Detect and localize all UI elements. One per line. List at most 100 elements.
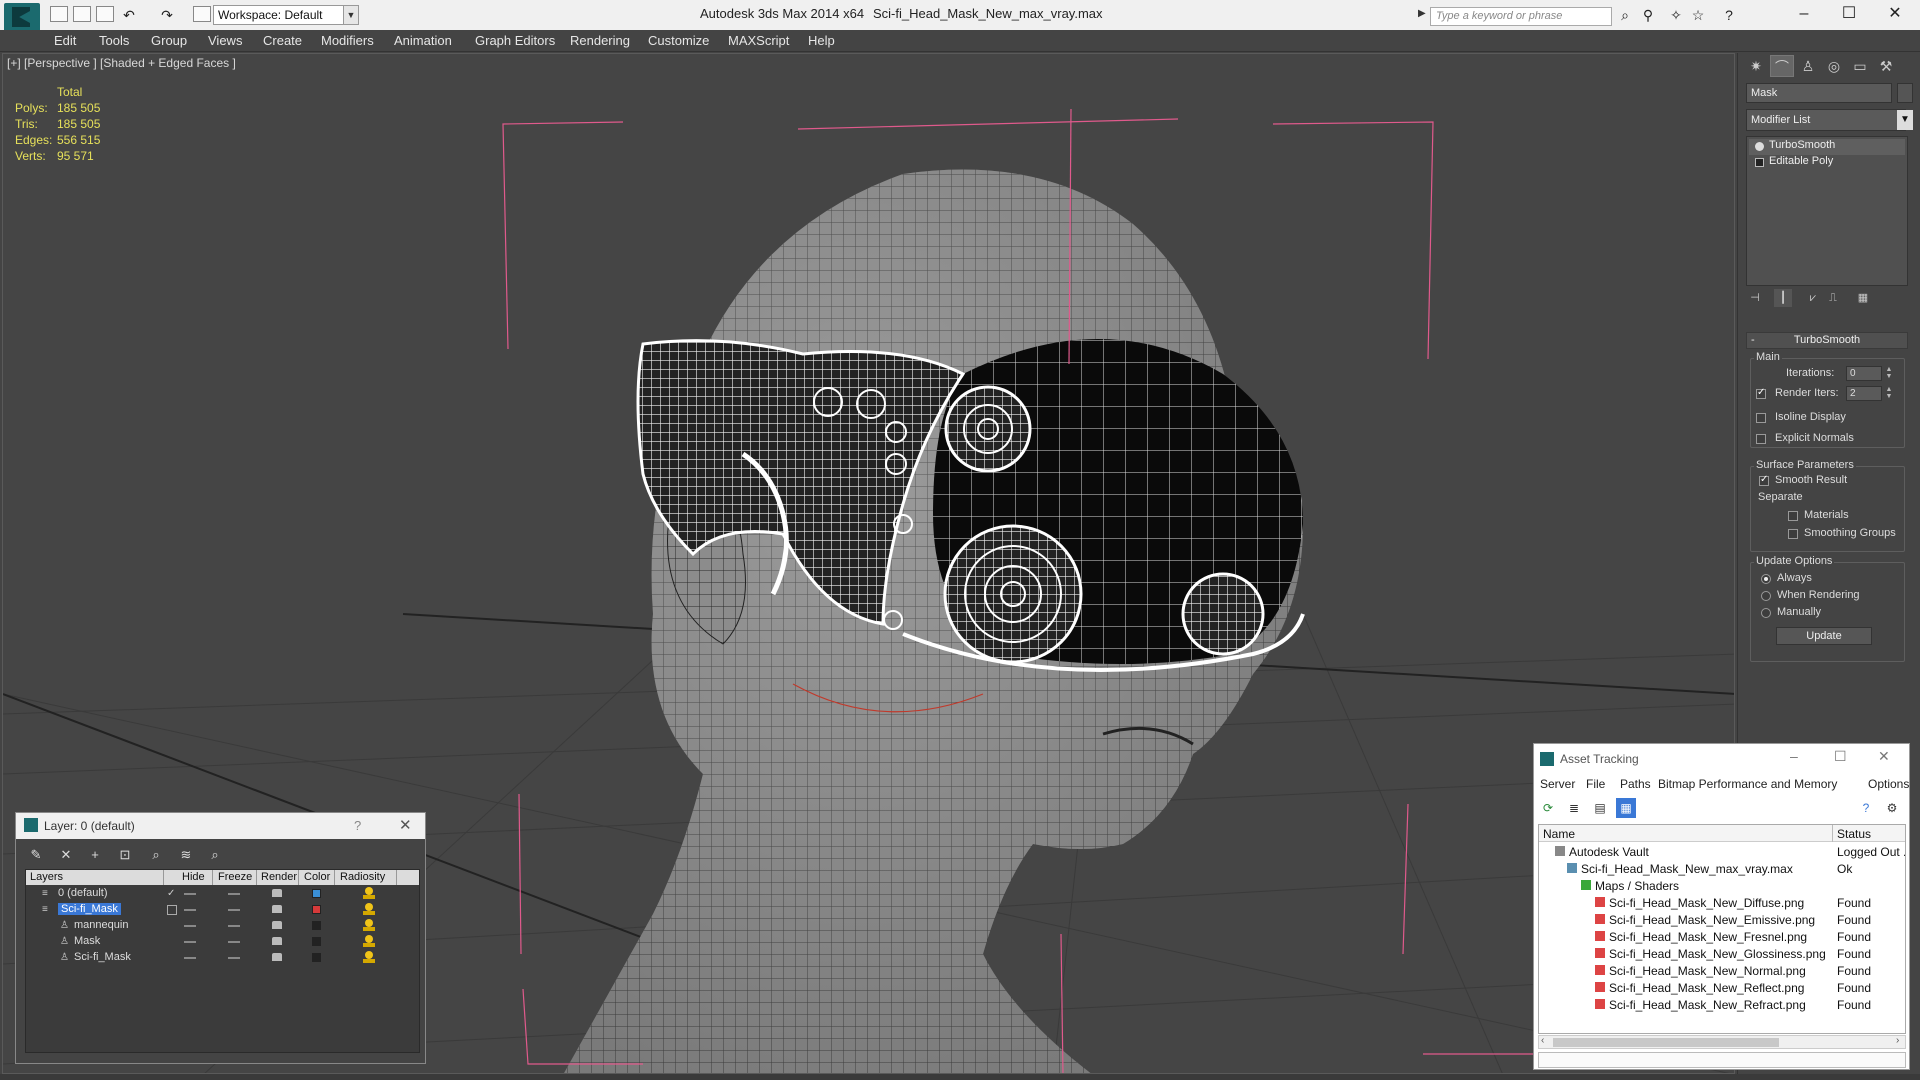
render-teapot-icon[interactable] <box>272 889 282 897</box>
spinner-arrows-icon[interactable]: ▲ ▼ <box>1884 366 1894 381</box>
motion-tab-icon[interactable]: ◎ <box>1822 55 1846 77</box>
render-iters-spinner[interactable]: 2 <box>1846 386 1882 401</box>
turbosmooth-rollout-header[interactable]: - TurboSmooth <box>1746 332 1908 349</box>
hide-all-layers-icon[interactable]: ≋ <box>176 845 196 865</box>
col-radiosity[interactable]: Radiosity <box>340 871 385 883</box>
iterations-spinner[interactable]: 0 <box>1846 366 1882 381</box>
layer-color-swatch[interactable] <box>312 905 321 914</box>
minimize-button[interactable]: – <box>1782 2 1826 26</box>
redo-icon[interactable]: ↷ <box>159 8 175 23</box>
scrollbar-thumb[interactable] <box>1553 1038 1779 1047</box>
asset-row[interactable]: Sci-fi_Head_Mask_New_Emissive.png Found <box>1539 911 1905 928</box>
object-name[interactable]: Sci-fi_Mask <box>74 951 131 963</box>
asset-row[interactable]: Sci-fi_Head_Mask_New_max_vray.max Ok <box>1539 860 1905 877</box>
object-name[interactable]: Mask <box>74 935 100 947</box>
project-folder-icon[interactable] <box>193 6 211 22</box>
menu-group[interactable]: Group <box>151 33 187 48</box>
smoothing-groups-checkbox[interactable] <box>1788 529 1798 539</box>
layer-object-row[interactable]: ♙ mannequin <box>26 918 419 934</box>
menu-tools[interactable]: Tools <box>99 33 129 48</box>
radiosity-bulb-icon[interactable] <box>363 919 375 932</box>
add-to-layer-icon[interactable]: + <box>85 845 105 865</box>
object-color-swatch[interactable] <box>1897 83 1913 103</box>
layer-name[interactable]: 0 (default) <box>58 887 108 899</box>
render-teapot-icon[interactable] <box>272 937 282 945</box>
asset-row[interactable]: Sci-fi_Head_Mask_New_Fresnel.png Found <box>1539 928 1905 945</box>
list-view-icon[interactable]: ≣ <box>1564 798 1584 818</box>
vault-help-icon[interactable]: ? <box>1856 798 1876 818</box>
stack-item-editable-poly[interactable]: Editable Poly <box>1749 155 1905 171</box>
asset-row[interactable]: Sci-fi_Head_Mask_New_Refract.png Found <box>1539 996 1905 1013</box>
table-view-icon[interactable]: ▦ <box>1616 798 1636 818</box>
configure-modifier-sets-icon[interactable]: ▦ <box>1854 289 1872 307</box>
minimize-button[interactable]: – <box>1790 748 1798 764</box>
asset-row[interactable]: Sci-fi_Head_Mask_New_Diffuse.png Found <box>1539 894 1905 911</box>
maximize-button[interactable]: ☐ <box>1827 2 1871 26</box>
hide-toggle[interactable] <box>184 925 196 927</box>
col-status[interactable]: Status <box>1837 827 1871 841</box>
close-button[interactable]: ✕ <box>1873 2 1917 26</box>
radiosity-bulb-icon[interactable] <box>363 903 375 916</box>
binoculars-icon[interactable]: ⌕ <box>1617 8 1633 23</box>
menu-modifiers[interactable]: Modifiers <box>321 33 374 48</box>
modifier-list-dropdown[interactable]: Modifier List ▼ <box>1746 109 1913 131</box>
object-color-swatch[interactable] <box>312 937 321 946</box>
radiosity-bulb-icon[interactable] <box>363 935 375 948</box>
scroll-left-icon[interactable]: ‹ <box>1541 1035 1544 1046</box>
render-teapot-icon[interactable] <box>272 905 282 913</box>
freeze-toggle[interactable] <box>228 957 240 959</box>
menu-create[interactable]: Create <box>263 33 302 48</box>
when-rendering-radio[interactable] <box>1761 591 1771 601</box>
layer-row[interactable]: ≡ 0 (default) ✓ <box>26 886 419 902</box>
chevron-down-icon[interactable]: ▼ <box>343 5 359 25</box>
open-file-icon[interactable] <box>73 6 91 22</box>
display-tab-icon[interactable]: ▭ <box>1848 55 1872 77</box>
highlight-layer-icon[interactable]: ⌕ <box>146 845 166 865</box>
save-file-icon[interactable] <box>96 6 114 22</box>
menu-rendering[interactable]: Rendering <box>570 33 630 48</box>
smooth-result-checkbox[interactable] <box>1759 474 1769 486</box>
layer-dialog-title-bar[interactable]: Layer: 0 (default) ? ✕ <box>16 813 425 839</box>
utilities-tab-icon[interactable]: ⚒ <box>1874 55 1898 77</box>
manually-radio[interactable] <box>1761 608 1771 618</box>
undo-icon[interactable]: ↶ <box>121 8 137 23</box>
layer-color-swatch[interactable] <box>312 889 321 898</box>
star-icon[interactable]: ☆ <box>1690 8 1706 23</box>
help-icon[interactable]: ? <box>1721 8 1737 23</box>
pin-stack-icon[interactable]: ⊣ <box>1746 289 1764 307</box>
make-unique-icon[interactable]: ⩗ <box>1804 289 1822 307</box>
update-button[interactable]: Update <box>1776 627 1872 645</box>
freeze-toggle[interactable] <box>228 925 240 927</box>
maximize-button[interactable]: ☐ <box>1834 748 1847 765</box>
remove-modifier-icon[interactable]: ⎍ <box>1824 289 1842 307</box>
radiosity-bulb-icon[interactable] <box>363 951 375 964</box>
layer-object-row[interactable]: ♙ Sci-fi_Mask <box>26 950 419 966</box>
close-icon[interactable]: ✕ <box>399 816 412 834</box>
freeze-toggle[interactable] <box>228 893 240 895</box>
chevron-down-icon[interactable]: ▼ <box>1897 110 1913 130</box>
menu-bitmap-performance[interactable]: Bitmap Performance and Memory <box>1658 777 1837 791</box>
menu-customize[interactable]: Customize <box>648 33 709 48</box>
layer-object-row[interactable]: ♙ Mask <box>26 934 419 950</box>
search-expand-icon[interactable]: ▶ <box>1418 8 1426 19</box>
menu-views[interactable]: Views <box>208 33 242 48</box>
menu-help[interactable]: Help <box>808 33 835 48</box>
menu-animation[interactable]: Animation <box>394 33 452 48</box>
col-name[interactable]: Name <box>1543 827 1575 841</box>
col-color[interactable]: Color <box>304 871 330 883</box>
app-menu-button[interactable] <box>4 3 40 33</box>
menu-edit[interactable]: Edit <box>54 33 76 48</box>
spinner-arrows-icon[interactable]: ▲ ▼ <box>1884 386 1894 401</box>
select-in-layer-icon[interactable]: ⊡ <box>115 845 135 865</box>
freeze-all-layers-icon[interactable]: ⌕ <box>205 845 225 865</box>
subscription-icon[interactable]: ✧ <box>1668 8 1684 23</box>
menu-maxscript[interactable]: MAXScript <box>728 33 789 48</box>
set-current-layer-box[interactable] <box>167 905 177 915</box>
hide-toggle[interactable] <box>184 941 196 943</box>
create-tab-icon[interactable]: ✷ <box>1744 55 1768 77</box>
search-input[interactable]: Type a keyword or phrase <box>1430 7 1612 26</box>
menu-options[interactable]: Options <box>1868 777 1909 791</box>
refresh-icon[interactable]: ⟳ <box>1538 798 1558 818</box>
hide-toggle[interactable] <box>184 957 196 959</box>
object-color-swatch[interactable] <box>312 953 321 962</box>
